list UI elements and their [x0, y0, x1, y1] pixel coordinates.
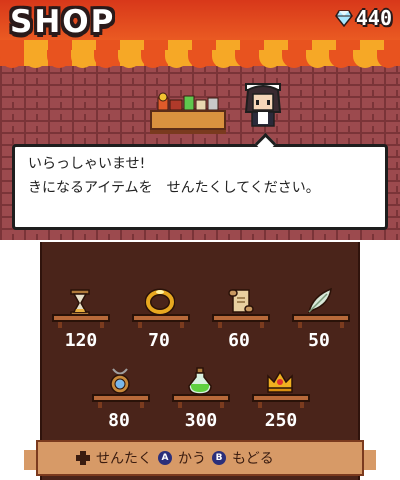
shop-title: SHOP	[10, 4, 116, 40]
item-pedestal	[132, 314, 190, 328]
diamond-icon	[334, 10, 353, 27]
counter-shelf	[150, 110, 226, 134]
scroll-icon	[228, 289, 254, 313]
a-button-icon: A	[158, 451, 172, 465]
amulet-icon	[110, 368, 130, 394]
back-hint: もどる	[232, 451, 274, 467]
feather-icon	[307, 287, 332, 314]
gem-count: 440	[355, 6, 392, 30]
item-pedestal	[252, 394, 310, 408]
controls-hint: せんたく A かう B もどる	[76, 448, 274, 468]
dialog-line-1: いらっしゃいませ!	[28, 156, 146, 172]
shopkeeper-sprite	[244, 83, 282, 127]
dialog-text: いらっしゃいませ! きになるアイテムを せんたくしてください。	[28, 152, 378, 200]
dpad-icon	[76, 451, 90, 465]
item-pedestal	[212, 314, 270, 328]
item-pedestal	[52, 314, 110, 328]
item-price: 80	[108, 410, 130, 431]
gold-ring-icon	[145, 288, 175, 316]
banner-flag-left	[24, 450, 36, 470]
item-price: 300	[184, 410, 218, 431]
item-pedestal	[92, 394, 150, 408]
crown-icon	[267, 370, 293, 393]
item-price: 250	[264, 410, 298, 431]
b-button-icon: B	[212, 451, 226, 465]
item-pedestal	[292, 314, 350, 328]
select-hint: せんたく	[96, 451, 152, 467]
buy-hint: かう	[178, 451, 206, 467]
gem-counter: 440	[334, 6, 392, 30]
shop-screen: SHOP 440 いらっしゃいませ! きになるアイテムを せんたくしてください。	[0, 0, 400, 480]
green-potion-icon	[188, 367, 212, 395]
item-price: 70	[148, 330, 170, 351]
dialog-line-2: きになるアイテムを せんたくしてください。	[28, 180, 320, 196]
banner-flag-right	[364, 450, 376, 470]
item-pedestal	[172, 394, 230, 408]
item-price: 50	[308, 330, 330, 351]
awning-scallops	[0, 50, 400, 68]
item-price: 120	[64, 330, 98, 351]
item-price: 60	[228, 330, 250, 351]
shelf-goods	[157, 92, 219, 111]
